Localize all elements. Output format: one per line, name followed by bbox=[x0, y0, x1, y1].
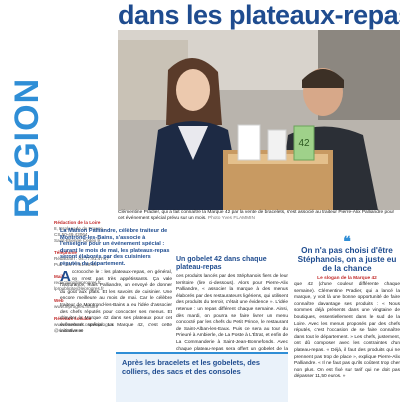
column-1: Accrocoche le : les plateaux-repas, en g… bbox=[60, 268, 172, 336]
headline: dans les plateaux-repas bbox=[118, 0, 400, 30]
quote-mark-icon: ❝ bbox=[343, 233, 351, 249]
column-2: ces produits lancés par des Stéphanois f… bbox=[176, 274, 288, 358]
article-photo: 42 bbox=[118, 30, 400, 210]
section-label: RÉGION bbox=[8, 77, 46, 218]
photo-caption: Clémentine Pradier, qui a fait connaître… bbox=[118, 210, 400, 222]
column-3: que 42 (d'une couleur différente chaque … bbox=[294, 282, 400, 380]
photo-credit: Photo Yves FLAMMIN bbox=[207, 216, 255, 221]
quote-text: On n'a pas choisi d'être Stéphanois, on … bbox=[297, 246, 397, 274]
caption-text: Clémentine Pradier, qui a fait connaître… bbox=[118, 210, 395, 221]
drop-cap: A bbox=[60, 268, 71, 285]
column-1-text: ccrocoche le : les plateaux-repas, en gé… bbox=[60, 270, 172, 335]
lead-paragraph: La Maison Palliandre, célèbre traiteur d… bbox=[60, 228, 170, 267]
quote-source: Le slogan de la Marque 42 bbox=[317, 275, 377, 281]
svg-text:42: 42 bbox=[298, 138, 310, 149]
photo-illustration: 42 bbox=[118, 30, 400, 210]
subheading: Un gobelet 42 dans chaque plateau-repas bbox=[176, 256, 267, 271]
related-article-title: Après les bracelets et les gobelets, des… bbox=[122, 358, 261, 376]
pull-quote: ❝ On n'a pas choisi d'être Stéphanois, o… bbox=[294, 233, 400, 281]
